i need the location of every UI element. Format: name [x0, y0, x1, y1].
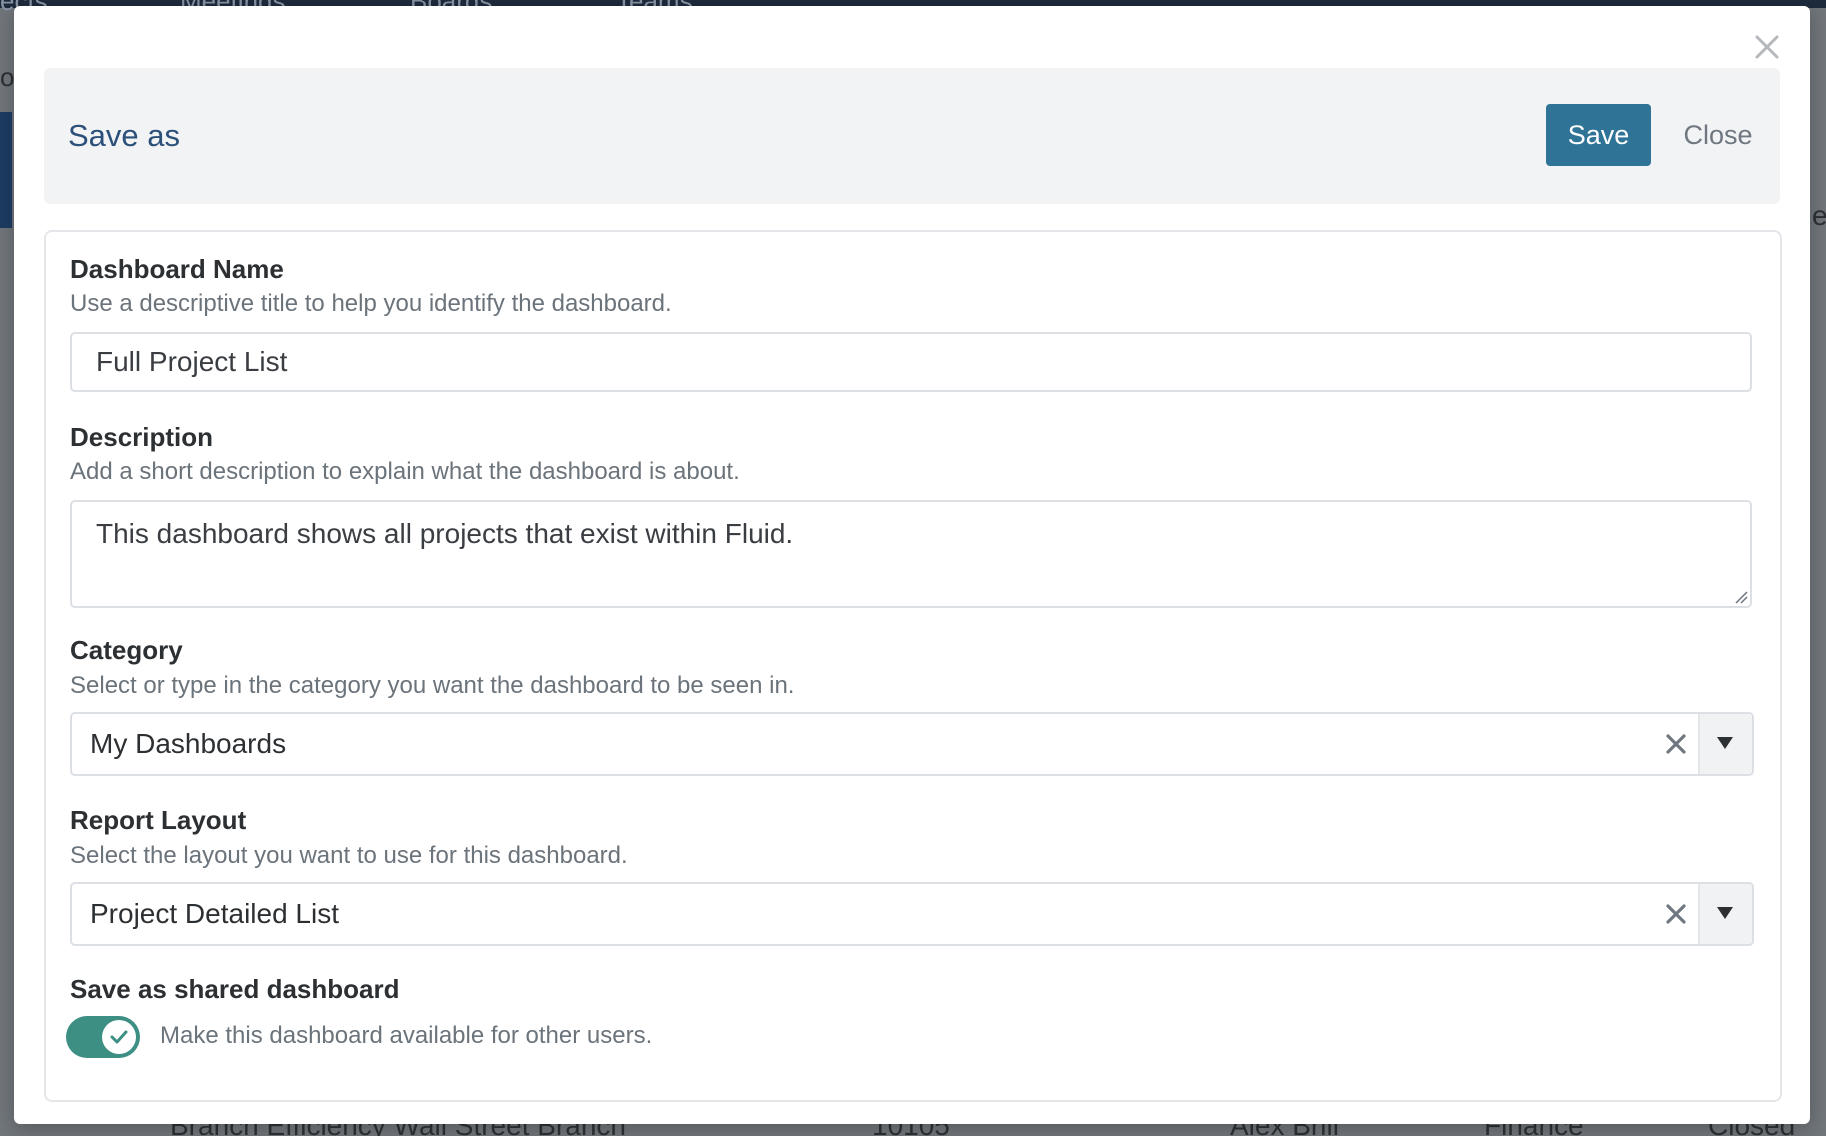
report-layout-help: Select the layout you want to use for th… — [70, 842, 628, 869]
dropdown-toggle[interactable] — [1698, 884, 1752, 944]
modal-title: Save as — [68, 118, 181, 153]
clear-icon[interactable] — [1664, 732, 1688, 756]
close-button[interactable]: Close — [1664, 104, 1772, 166]
description-textarea[interactable]: This dashboard shows all projects that e… — [70, 500, 1752, 608]
left-edge-text: o — [0, 62, 15, 92]
resize-grip-icon[interactable] — [1734, 590, 1748, 604]
report-layout-label: Report Layout — [70, 805, 247, 835]
category-select[interactable]: My Dashboards — [70, 712, 1754, 776]
caret-down-icon — [1717, 907, 1733, 919]
dashboard-name-help: Use a descriptive title to help you iden… — [70, 290, 672, 317]
form-panel: Dashboard Name Use a descriptive title t… — [44, 230, 1782, 1102]
description-help: Add a short description to explain what … — [70, 458, 740, 485]
shared-dashboard-toggle[interactable] — [66, 1016, 140, 1058]
category-label: Category — [70, 635, 183, 665]
clear-icon[interactable] — [1664, 902, 1688, 926]
dropdown-toggle[interactable] — [1698, 714, 1752, 774]
report-layout-select[interactable]: Project Detailed List — [70, 882, 1754, 946]
report-layout-value: Project Detailed List — [90, 898, 340, 929]
shared-dashboard-label: Save as shared dashboard — [70, 974, 400, 1004]
shared-dashboard-description: Make this dashboard available for other … — [160, 1022, 653, 1049]
right-edge-text: efa — [1812, 200, 1826, 231]
description-label: Description — [70, 422, 214, 452]
save-button[interactable]: Save — [1546, 104, 1651, 166]
dashboard-name-label: Dashboard Name — [70, 254, 284, 284]
toggle-knob — [102, 1020, 136, 1054]
category-value: My Dashboards — [90, 728, 287, 759]
caret-down-icon — [1717, 737, 1733, 749]
save-as-modal: Save as Save Close Dashboard Name Use a … — [14, 6, 1810, 1124]
category-help: Select or type in the category you want … — [70, 672, 795, 699]
background-sidebar-strip — [0, 112, 12, 228]
close-icon[interactable] — [1752, 32, 1782, 62]
dashboard-name-input[interactable] — [70, 332, 1752, 392]
modal-header: Save as Save Close — [44, 68, 1780, 204]
description-field: This dashboard shows all projects that e… — [46, 500, 1776, 608]
checkmark-icon — [110, 1030, 128, 1044]
